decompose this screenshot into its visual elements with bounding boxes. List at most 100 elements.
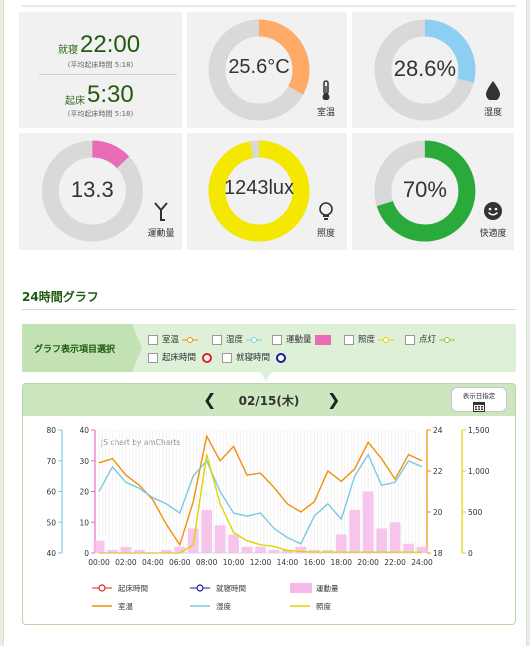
activity-bar xyxy=(349,509,361,553)
smiley-icon xyxy=(484,202,502,220)
activity-bar xyxy=(120,546,132,553)
option-label: 点灯 xyxy=(419,335,437,345)
activity-tick-label: 40 xyxy=(79,426,89,435)
activity-tick-label: 30 xyxy=(79,457,89,466)
activity-bar xyxy=(362,491,374,553)
selector-heading: グラフ表示項目選択 xyxy=(22,324,142,372)
bed-label: 就寝 xyxy=(58,45,78,56)
humidity-card: 28.6% 湿度 xyxy=(352,12,514,128)
section-divider xyxy=(22,309,516,310)
x-tick-label: 08:00 xyxy=(196,558,218,567)
wake-label: 起床 xyxy=(65,96,85,107)
activity-tick-label: 0 xyxy=(84,549,89,558)
legend-item: 照度 xyxy=(290,601,331,611)
next-day-button[interactable]: ❯ xyxy=(327,390,340,409)
x-tick-label: 16:00 xyxy=(304,558,326,567)
thermometer-icon xyxy=(322,80,330,100)
activity-bar xyxy=(241,546,253,553)
x-tick-label: 14:00 xyxy=(277,558,299,567)
option-swatch xyxy=(378,337,395,343)
illuminance-value: 1243lux xyxy=(223,177,295,199)
option-checkbox[interactable] xyxy=(212,335,222,345)
option-label: 湿度 xyxy=(226,335,244,345)
activity-tick-label: 20 xyxy=(79,488,89,497)
x-tick-label: 06:00 xyxy=(169,558,191,567)
option-5[interactable]: 起床時間 xyxy=(148,352,215,364)
24h-chart: JS chart by amCharts 40 50 60 70 80 0 10 20 30 40 1… xyxy=(46,426,490,611)
chart-date: 02/15(木) xyxy=(238,394,300,408)
option-1[interactable]: 湿度 xyxy=(212,334,263,346)
activity-bar xyxy=(255,546,266,553)
option-3[interactable]: 照度 xyxy=(344,334,395,346)
temperature-tick-label: 24 xyxy=(433,426,443,435)
legend-label: 照度 xyxy=(316,601,331,611)
date-picker-button[interactable]: 表示日指定 xyxy=(451,387,507,412)
x-tick-label: 04:00 xyxy=(142,558,164,567)
humidity-label: 湿度 xyxy=(483,108,502,118)
option-label: 運動量 xyxy=(286,335,312,345)
selector-pointer xyxy=(260,372,272,381)
legend-item: 就寝時間 xyxy=(190,583,246,593)
page: 就寝 22:00 (平均起床時間 5:18) 起床 5:30 (平均起床時間 5… xyxy=(3,0,527,646)
bed-time: 22:00 xyxy=(80,31,141,58)
x-tick-label: 20:00 xyxy=(357,558,379,567)
chart-panel: ❮ 02/15(木) ❯ 表示日指定 JS chart by amCharts 4… xyxy=(22,383,516,625)
wake-average: (平均起床時間 5:18) xyxy=(67,110,134,118)
option-checkbox[interactable] xyxy=(405,335,415,345)
illuminance-label: 照度 xyxy=(316,229,335,239)
option-swatch xyxy=(314,335,331,345)
temperature-tick-label: 20 xyxy=(433,508,443,517)
illuminance-tick-label: 0 xyxy=(468,549,473,558)
option-swatch xyxy=(276,353,287,363)
activity-bar xyxy=(201,509,213,553)
humidity-tick-label: 80 xyxy=(46,426,56,435)
option-swatch xyxy=(202,353,213,363)
temperature-tick-label: 18 xyxy=(433,549,443,558)
activity-bar xyxy=(268,549,280,553)
option-checkbox[interactable] xyxy=(272,335,282,345)
chart-header: ❮ 02/15(木) ❯ 表示日指定 xyxy=(23,384,515,416)
activity-value: 13.3 xyxy=(70,177,114,202)
option-6[interactable]: 就寝時間 xyxy=(222,352,289,364)
x-tick-label: 12:00 xyxy=(250,558,272,567)
date-picker-label: 表示日指定 xyxy=(462,392,496,400)
x-tick-label: 24:00 xyxy=(411,558,433,567)
humidity-value: 28.6% xyxy=(393,56,457,81)
comfort-card: 70% 快適度 xyxy=(352,133,514,250)
illuminance-tick-label: 1,000 xyxy=(468,467,490,476)
bed-average: (平均起床時間 5:18) xyxy=(67,61,134,69)
activity-bar xyxy=(376,528,388,553)
activity-card: 13.3 運動量 xyxy=(19,133,182,250)
legend-marker xyxy=(196,584,204,592)
option-checkbox[interactable] xyxy=(222,353,232,363)
legend-item: 運動量 xyxy=(290,583,339,593)
x-tick-label: 22:00 xyxy=(384,558,406,567)
temperature-label: 室温 xyxy=(316,108,335,118)
x-tick-label: 02:00 xyxy=(115,558,137,567)
option-2[interactable]: 運動量 xyxy=(272,334,331,346)
option-4[interactable]: 点灯 xyxy=(405,334,456,346)
x-tick-label: 18:00 xyxy=(330,558,352,567)
temperature-value: 25.6°C xyxy=(228,56,290,78)
activity-icon xyxy=(154,202,168,221)
legend-item: 室温 xyxy=(92,601,133,611)
option-swatch xyxy=(182,337,199,343)
x-tick-label: 10:00 xyxy=(223,558,245,567)
humidity-tick-label: 60 xyxy=(46,488,56,497)
sleep-card: 就寝 22:00 (平均起床時間 5:18) 起床 5:30 (平均起床時間 5… xyxy=(19,12,182,128)
section-title: 24時間グラフ xyxy=(22,290,99,304)
humidity-tick-label: 50 xyxy=(46,518,56,527)
option-label: 照度 xyxy=(358,335,376,345)
legend-label: 湿度 xyxy=(216,601,231,611)
option-checkbox[interactable] xyxy=(148,335,158,345)
option-checkbox[interactable] xyxy=(344,335,354,345)
legend-label: 室温 xyxy=(118,601,133,611)
option-checkbox[interactable] xyxy=(148,353,158,363)
activity-label: 運動量 xyxy=(147,229,175,239)
option-label: 室温 xyxy=(162,335,180,345)
option-0[interactable]: 室温 xyxy=(148,334,199,346)
lightbulb-icon xyxy=(319,202,333,220)
legend-label: 起床時間 xyxy=(118,583,148,593)
calendar-icon xyxy=(473,402,485,412)
legend-item: 湿度 xyxy=(190,601,231,611)
